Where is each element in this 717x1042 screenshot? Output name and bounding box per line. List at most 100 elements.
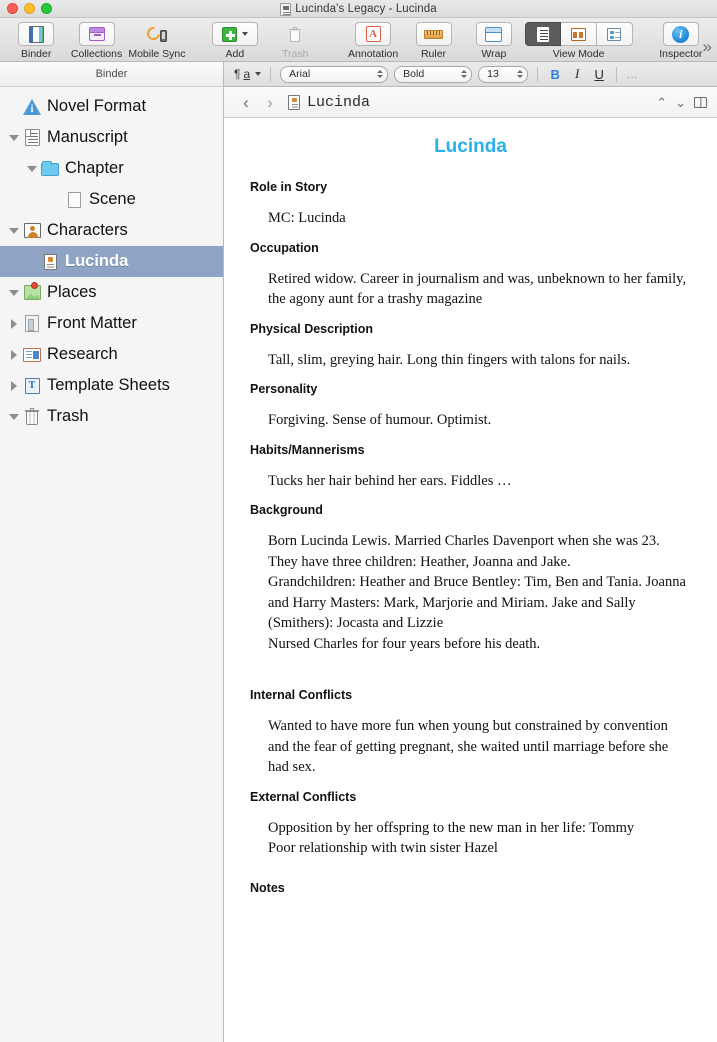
toolbar-button-annotation[interactable]: A Annotation	[343, 21, 403, 60]
toolbar-overflow-button[interactable]: »	[703, 38, 712, 55]
main-toolbar: Binder Collections Mobile Sync Add Trash…	[0, 18, 717, 62]
outliner-view-icon	[607, 27, 622, 41]
front-matter-icon	[25, 315, 39, 332]
font-style-select[interactable]: Bold	[394, 65, 473, 83]
font-style-stepper-icon[interactable]	[458, 68, 469, 81]
document-section: Internal Conflicts Wanted to have more f…	[250, 688, 691, 778]
disclosure-triangle-collapsed[interactable]	[6, 349, 22, 360]
binder-header-label: Binder	[95, 68, 128, 80]
binder-item-label: Scene	[89, 190, 136, 209]
binder-item-chapter[interactable]: Chapter	[0, 153, 223, 184]
toolbar-button-trash[interactable]: Trash	[265, 21, 325, 60]
collections-icon	[88, 27, 105, 41]
format-bar-separator-3	[616, 66, 618, 82]
toolbar-button-wrap[interactable]: Wrap	[464, 21, 524, 60]
binder-item-research[interactable]: Research	[0, 339, 223, 370]
back-arrow-icon[interactable]: ‹	[234, 94, 258, 111]
binder-item-template-sheets[interactable]: T Template Sheets	[0, 370, 223, 401]
disclosure-triangle-expanded[interactable]	[24, 165, 40, 172]
toolbar-button-collections[interactable]: Collections	[66, 21, 126, 60]
research-icon	[23, 347, 41, 362]
disclosure-triangle-expanded[interactable]	[6, 134, 22, 141]
editor-document-title[interactable]: Lucinda	[307, 94, 656, 111]
format-bar-more-button[interactable]: …	[626, 67, 639, 81]
split-view-icon[interactable]	[694, 96, 707, 108]
binder-item-characters[interactable]: Characters	[0, 215, 223, 246]
section-heading: Personality	[250, 382, 318, 396]
toolbar-button-add[interactable]: Add	[205, 21, 265, 60]
novel-format-icon	[23, 98, 41, 115]
window-titlebar: Lucinda's Legacy - Lucinda	[0, 0, 717, 18]
document-section: Role in Story MC: Lucinda	[250, 180, 691, 229]
binder-item-label: Places	[47, 283, 97, 302]
bold-button[interactable]: B	[547, 67, 563, 82]
paragraph-line: Poor relationship with twin sister Hazel	[268, 840, 498, 856]
binder-item-places[interactable]: Places	[0, 277, 223, 308]
binder-item-front-matter[interactable]: Front Matter	[0, 308, 223, 339]
toolbar-view-mode-group[interactable]: View Mode	[524, 21, 633, 60]
font-size-select[interactable]: 13	[478, 65, 529, 83]
zoom-window-button[interactable]	[41, 3, 52, 14]
paragraph-style-icon: ¶	[234, 67, 241, 81]
toolbar-label-view-mode: View Mode	[552, 48, 605, 60]
document-body[interactable]: Lucinda Role in Story MC: Lucinda Occupa…	[224, 118, 717, 1042]
toolbar-button-ruler[interactable]: Ruler	[403, 21, 463, 60]
binder-item-manuscript[interactable]: Manuscript	[0, 122, 223, 153]
section-heading: Notes	[250, 880, 285, 895]
character-card-icon	[43, 253, 57, 270]
section-heading: Background	[250, 503, 323, 517]
chevron-down-icon[interactable]	[255, 72, 262, 76]
font-size-value: 13	[487, 68, 499, 80]
section-paragraph: MC: Lucinda	[268, 210, 346, 226]
binder-item-trash[interactable]: Trash	[0, 401, 223, 432]
disclosure-triangle-expanded[interactable]	[6, 413, 22, 420]
binder-icon	[28, 25, 44, 43]
binder-item-lucinda[interactable]: Lucinda	[0, 246, 223, 277]
minimize-window-button[interactable]	[24, 3, 35, 14]
corkboard-view-icon	[570, 27, 586, 41]
editor-pane: ‹ › Lucinda ⌃ ⌄ Lucinda Role in Story MC…	[224, 87, 717, 1042]
view-mode-corkboard-segment[interactable]	[560, 22, 597, 46]
disclosure-triangle-collapsed[interactable]	[6, 318, 22, 329]
paragraph-style-button[interactable]: ¶ a	[234, 67, 262, 81]
italic-button[interactable]: I	[569, 66, 585, 82]
binder-sidebar[interactable]: Novel Format Manuscript Chapter Scene Ch…	[0, 87, 224, 1042]
binder-item-scene[interactable]: Scene	[0, 184, 223, 215]
binder-item-label: Characters	[47, 221, 128, 240]
toolbar-button-mobile-sync[interactable]: Mobile Sync	[127, 21, 187, 60]
chevron-down-icon[interactable]	[241, 32, 248, 36]
format-bar: ¶ a Arial Bold 13 B I U …	[224, 62, 717, 87]
disclosure-triangle-expanded[interactable]	[6, 289, 22, 296]
binder-item-label: Trash	[47, 407, 89, 426]
font-size-stepper-icon[interactable]	[514, 68, 525, 81]
binder-item-label: Research	[47, 345, 118, 364]
toolbar-label-wrap: Wrap	[481, 48, 507, 60]
document-section: Physical Description Tall, slim, greying…	[250, 322, 691, 371]
binder-item-novel-format[interactable]: Novel Format	[0, 91, 223, 122]
paragraph-style-letter: a	[243, 67, 251, 81]
binder-item-label: Manuscript	[47, 128, 128, 147]
view-mode-segmented-control[interactable]	[524, 22, 633, 46]
paragraph-line: Grandchildren: Heather and Bruce Bentley…	[268, 574, 686, 631]
section-paragraph: Tall, slim, greying hair. Long thin fing…	[268, 351, 631, 368]
disclosure-triangle-expanded[interactable]	[6, 227, 22, 234]
view-mode-document-segment[interactable]	[524, 22, 561, 46]
view-mode-outliner-segment[interactable]	[596, 22, 633, 46]
binder-item-label: Chapter	[65, 159, 124, 178]
font-family-stepper-icon[interactable]	[374, 68, 385, 81]
toolbar-button-binder[interactable]: Binder	[6, 21, 66, 60]
font-family-select[interactable]: Arial	[280, 65, 389, 83]
section-paragraph: Born Lucinda Lewis. Married Charles Dave…	[250, 531, 691, 654]
chevron-down-icon[interactable]: ⌄	[675, 96, 686, 109]
chevron-up-icon[interactable]: ⌃	[656, 96, 667, 109]
main-content-area: Novel Format Manuscript Chapter Scene Ch…	[0, 87, 717, 1042]
manuscript-icon	[24, 129, 40, 146]
document-section: Occupation Retired widow. Career in jour…	[250, 241, 691, 310]
section-paragraph: Forgiving. Sense of humour. Optimist.	[268, 412, 492, 428]
document-title: Lucinda	[434, 136, 507, 157]
disclosure-triangle-collapsed[interactable]	[6, 380, 22, 391]
underline-button[interactable]: U	[591, 67, 607, 82]
forward-arrow-icon[interactable]: ›	[258, 94, 282, 111]
close-window-button[interactable]	[7, 3, 18, 14]
section-paragraph: Wanted to have more fun when young but c…	[268, 718, 669, 775]
